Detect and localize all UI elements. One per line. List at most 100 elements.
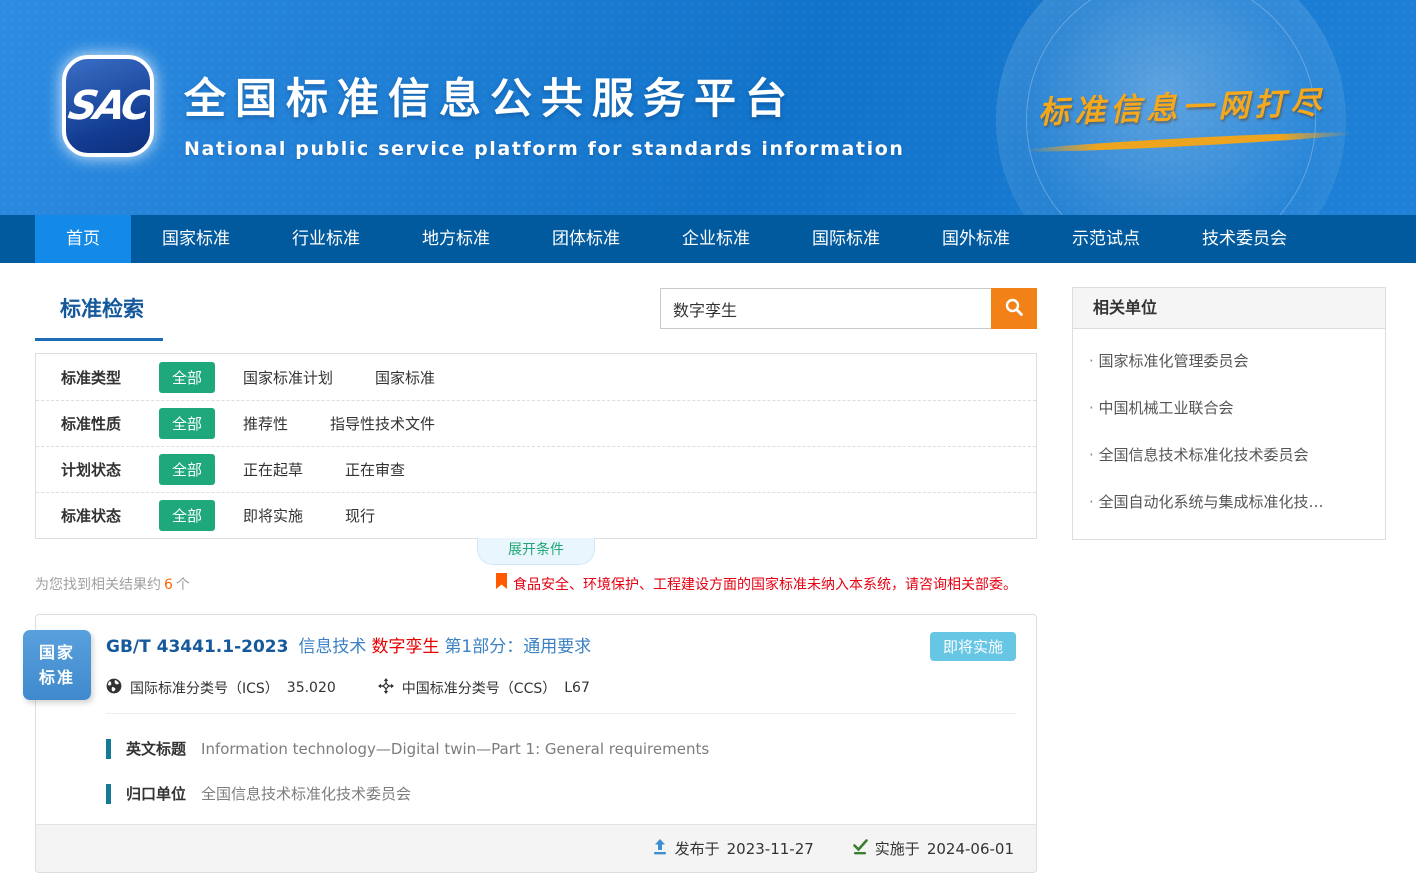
filter-option[interactable]: 指导性技术文件 xyxy=(330,413,435,434)
related-units-list: 国家标准化管理委员会 中国机械工业联合会 全国信息技术标准化技术委员会 全国自动… xyxy=(1073,329,1385,539)
check-icon xyxy=(852,839,868,859)
globe-icon xyxy=(106,678,122,698)
sac-logo: SAC xyxy=(62,55,154,157)
filter-option[interactable]: 国家标准计划 xyxy=(243,367,333,388)
detail-label: 英文标题 xyxy=(126,738,186,759)
nav-item-home[interactable]: 首页 xyxy=(35,215,131,263)
teal-bar xyxy=(106,784,111,804)
results-count-number: 6 xyxy=(164,577,173,593)
nav-item-pilot[interactable]: 示范试点 xyxy=(1041,215,1171,263)
results-info-row: 为您找到相关结果约6个 食品安全、环境保护、工程建设方面的国家标准未纳入本系统，… xyxy=(35,573,1037,594)
committee-row: 归口单位 全国信息技术标准化技术委员会 xyxy=(106,783,1016,804)
page-content: 标准检索 标准类型 全部 国家标准计划 国家标准 xyxy=(0,263,1416,873)
type-badge-line1: 国家 xyxy=(39,640,75,665)
search-input[interactable] xyxy=(660,288,991,329)
filter-option[interactable]: 推荐性 xyxy=(243,413,288,434)
publish-label: 发布于 xyxy=(675,838,720,859)
filter-all-button[interactable]: 全部 xyxy=(159,408,215,439)
results-count: 为您找到相关结果约6个 xyxy=(35,574,190,594)
card-title-row: GB/T 43441.1-2023 信息技术数字孪生第1部分：通用要求 即将实施 xyxy=(106,632,1016,661)
english-title-row: 英文标题 Information technology—Digital twin… xyxy=(106,738,1016,759)
related-units-title: 相关单位 xyxy=(1073,288,1385,329)
ccs-value: L67 xyxy=(564,680,590,696)
sac-logo-text: SAC xyxy=(64,83,151,129)
filter-option[interactable]: 现行 xyxy=(345,505,375,526)
ics-group: 国际标准分类号（ICS） 35.020 xyxy=(106,678,336,698)
standard-title-link[interactable]: GB/T 43441.1-2023 信息技术数字孪生第1部分：通用要求 xyxy=(106,632,910,657)
notice-text: 食品安全、环境保护、工程建设方面的国家标准未纳入本系统，请咨询相关部委。 xyxy=(513,574,1017,594)
filter-option[interactable]: 正在起草 xyxy=(243,459,303,480)
nav-item-enterprise-standards[interactable]: 企业标准 xyxy=(651,215,781,263)
ics-label: 国际标准分类号（ICS） xyxy=(130,678,279,698)
publish-icon xyxy=(652,839,668,859)
card-meta-row: 国际标准分类号（ICS） 35.020 xyxy=(106,678,1016,698)
brand[interactable]: SAC 全国标准信息公共服务平台 National public service… xyxy=(62,55,905,160)
site-titles: 全国标准信息公共服务平台 National public service pla… xyxy=(184,55,905,160)
site-header: SAC 全国标准信息公共服务平台 National public service… xyxy=(0,0,1416,215)
nav-item-industry-standards[interactable]: 行业标准 xyxy=(261,215,391,263)
search-icon xyxy=(1004,297,1024,320)
standard-title-highlight: 数字孪生 xyxy=(371,637,439,657)
filter-box: 标准类型 全部 国家标准计划 国家标准 标准性质 全部 推荐性 指导性技术文件 … xyxy=(35,353,1037,539)
filter-row-standard-type: 标准类型 全部 国家标准计划 国家标准 xyxy=(36,354,1036,400)
card-body: GB/T 43441.1-2023 信息技术数字孪生第1部分：通用要求 即将实施 xyxy=(36,615,1036,824)
ccs-label: 中国标准分类号（CCS） xyxy=(402,678,556,698)
standard-title-seg1: 信息技术 xyxy=(298,637,366,657)
nav-item-international-standards[interactable]: 国际标准 xyxy=(781,215,911,263)
results-count-prefix: 为您找到相关结果约 xyxy=(35,577,161,593)
bookmark-icon xyxy=(495,573,508,594)
section-title: 标准检索 xyxy=(35,287,163,341)
ccs-group: 中国标准分类号（CCS） L67 xyxy=(378,678,590,698)
filter-option[interactable]: 国家标准 xyxy=(375,367,435,388)
ics-value: 35.020 xyxy=(287,680,336,696)
related-unit-link[interactable]: 全国信息技术标准化技术委员会 xyxy=(1089,431,1369,478)
filter-option[interactable]: 正在审查 xyxy=(345,459,405,480)
nav-item-national-standards[interactable]: 国家标准 xyxy=(131,215,261,263)
status-badge: 即将实施 xyxy=(930,632,1016,661)
detail-value: 全国信息技术标准化技术委员会 xyxy=(201,783,411,804)
related-unit-link[interactable]: 国家标准化管理委员会 xyxy=(1089,337,1369,384)
implement-date: 2024-06-01 xyxy=(927,840,1014,858)
site-subtitle: National public service platform for sta… xyxy=(184,138,905,160)
nav-item-group-standards[interactable]: 团体标准 xyxy=(521,215,651,263)
type-badge-line2: 标准 xyxy=(39,665,75,690)
filter-all-button[interactable]: 全部 xyxy=(159,454,215,485)
related-unit-link[interactable]: 中国机械工业联合会 xyxy=(1089,384,1369,431)
publish-date-item: 发布于 2023-11-27 xyxy=(652,838,814,859)
nav-item-foreign-standards[interactable]: 国外标准 xyxy=(911,215,1041,263)
main-nav: 首页 国家标准 行业标准 地方标准 团体标准 企业标准 国际标准 国外标准 示范… xyxy=(0,215,1416,263)
implement-label: 实施于 xyxy=(875,838,920,859)
standard-title-seg2: 第1部分：通用要求 xyxy=(444,637,591,657)
search-button[interactable] xyxy=(991,288,1037,329)
filter-label: 计划状态 xyxy=(61,459,159,480)
detail-value: Information technology—Digital twin—Part… xyxy=(201,740,709,758)
search-section: 标准检索 xyxy=(35,287,1037,341)
filter-row-standard-status: 标准状态 全部 即将实施 现行 xyxy=(36,492,1036,538)
system-notice: 食品安全、环境保护、工程建设方面的国家标准未纳入本系统，请咨询相关部委。 xyxy=(495,573,1017,594)
filter-row-standard-nature: 标准性质 全部 推荐性 指导性技术文件 xyxy=(36,400,1036,446)
nav-item-local-standards[interactable]: 地方标准 xyxy=(391,215,521,263)
related-unit-link[interactable]: 全国自动化系统与集成标准化技… xyxy=(1089,478,1369,525)
filter-label: 标准状态 xyxy=(61,505,159,526)
filter-all-button[interactable]: 全部 xyxy=(159,500,215,531)
standard-code: GB/T 43441.1-2023 xyxy=(106,637,288,657)
implement-date-item: 实施于 2024-06-01 xyxy=(852,838,1014,859)
publish-date: 2023-11-27 xyxy=(727,840,814,858)
expand-conditions-button[interactable]: 展开条件 xyxy=(477,538,595,565)
teal-bar xyxy=(106,739,111,759)
results-count-suffix: 个 xyxy=(176,577,190,593)
site-title: 全国标准信息公共服务平台 xyxy=(184,65,905,126)
filter-option[interactable]: 即将实施 xyxy=(243,505,303,526)
filter-label: 标准类型 xyxy=(61,367,159,388)
standard-result-card: 国家 标准 GB/T 43441.1-2023 信息技术数字孪生第1部分：通用要求… xyxy=(35,614,1037,873)
search-box xyxy=(660,288,1037,329)
compass-icon xyxy=(378,678,394,698)
detail-label: 归口单位 xyxy=(126,783,186,804)
nav-item-technical-committee[interactable]: 技术委员会 xyxy=(1171,215,1318,263)
filter-all-button[interactable]: 全部 xyxy=(159,362,215,393)
related-units-panel: 相关单位 国家标准化管理委员会 中国机械工业联合会 全国信息技术标准化技术委员会… xyxy=(1072,287,1386,540)
filter-label: 标准性质 xyxy=(61,413,159,434)
card-footer: 发布于 2023-11-27 实施于 2024-06-01 xyxy=(36,824,1036,872)
standard-type-badge[interactable]: 国家 标准 xyxy=(23,630,91,700)
card-divider xyxy=(106,713,1016,714)
